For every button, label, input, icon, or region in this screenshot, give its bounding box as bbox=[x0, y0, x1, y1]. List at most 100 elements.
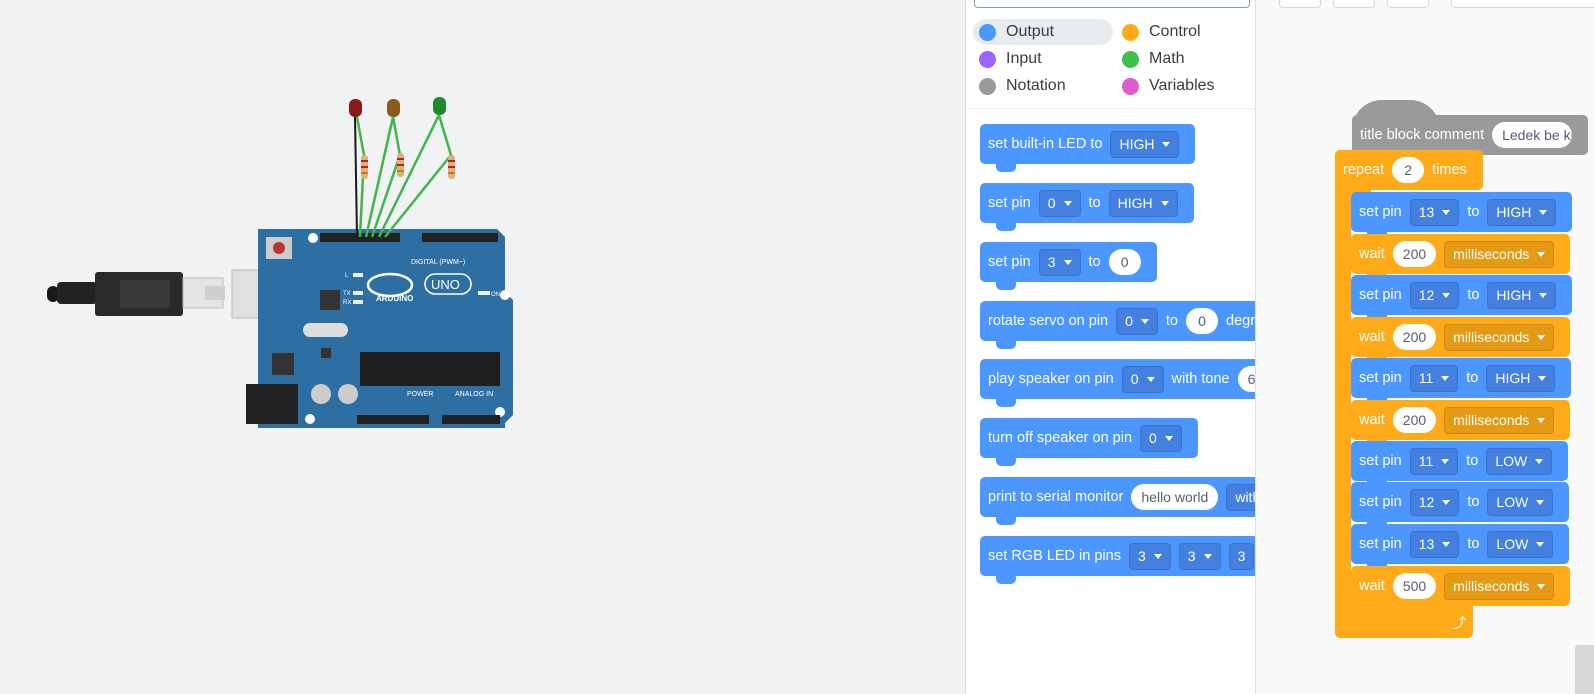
toolbar-button[interactable] bbox=[1279, 0, 1321, 8]
value-input[interactable]: 60 bbox=[1237, 366, 1255, 392]
dropdown-arrow-icon bbox=[1140, 318, 1149, 324]
step-wait[interactable]: wait 500 milliseconds bbox=[1351, 566, 1571, 614]
state-dropdown[interactable]: HIGH bbox=[1487, 198, 1557, 226]
dropdown-value: 0 bbox=[1130, 371, 1139, 387]
block-text: set pin bbox=[988, 195, 1031, 211]
arduino-brand-label: ARDUINO bbox=[376, 294, 413, 303]
pin-dropdown[interactable]: 13 bbox=[1409, 530, 1460, 558]
dropdown-value: 0 bbox=[1149, 430, 1157, 446]
step-set-pin[interactable]: set pin 13 to LOW bbox=[1351, 524, 1570, 572]
dropdown-arrow-icon bbox=[1203, 553, 1212, 559]
dropdown-value: LOW bbox=[1496, 494, 1529, 510]
dropdown-arrow-icon bbox=[1537, 417, 1546, 423]
unit-dropdown[interactable]: milliseconds bbox=[1444, 406, 1555, 434]
pin-dropdown[interactable]: 12 bbox=[1409, 281, 1460, 309]
block-text: wait bbox=[1359, 412, 1385, 428]
pin-dropdown[interactable]: 0 bbox=[1140, 424, 1182, 452]
palette-block-play-speaker[interactable]: play speaker on pin 0 with tone 60 bbox=[980, 359, 1255, 407]
pin-dropdown[interactable]: 0 bbox=[1121, 365, 1164, 393]
block-text: set pin bbox=[1359, 453, 1402, 469]
wires[interactable] bbox=[355, 114, 453, 238]
dropdown-arrow-icon bbox=[1538, 375, 1547, 381]
text-input[interactable]: hello world bbox=[1131, 484, 1219, 510]
block-text: to bbox=[1467, 287, 1480, 303]
block-text: degre bbox=[1226, 313, 1255, 329]
pin-dropdown[interactable]: 11 bbox=[1409, 364, 1459, 392]
dropdown-arrow-icon bbox=[1063, 259, 1072, 265]
comment-text-input[interactable]: Ledek be ki bbox=[1492, 122, 1572, 148]
step-set-pin[interactable]: set pin 12 to HIGH bbox=[1351, 275, 1573, 323]
unit-dropdown[interactable]: milliseconds bbox=[1444, 572, 1555, 600]
step-set-pin[interactable]: set pin 11 to LOW bbox=[1351, 441, 1569, 489]
dropdown-arrow-icon bbox=[1442, 499, 1451, 505]
palette-block-set-pin-digital[interactable]: set pin 0 to HIGH bbox=[980, 183, 1194, 231]
usb-cable[interactable] bbox=[47, 269, 295, 319]
title-block-comment[interactable]: title block comment Ledek be ki bbox=[1352, 115, 1588, 163]
state-dropdown[interactable]: LOW bbox=[1487, 530, 1554, 558]
block-text: set pin bbox=[1359, 287, 1402, 303]
pin-dropdown[interactable]: 3 bbox=[1128, 542, 1171, 570]
step-wait[interactable]: wait 200 milliseconds bbox=[1351, 317, 1571, 365]
palette-block-list: set built-in LED to HIGH set pin 0 to HI… bbox=[966, 0, 1255, 694]
dropdown-value: LOW bbox=[1496, 536, 1529, 552]
state-dropdown[interactable]: LOW bbox=[1487, 488, 1554, 516]
workspace-scrollbar[interactable] bbox=[1575, 645, 1594, 694]
resistor-2[interactable] bbox=[397, 153, 404, 177]
value-input[interactable]: 0 bbox=[1108, 249, 1141, 275]
newline-dropdown[interactable]: with bbox=[1226, 483, 1255, 511]
block-text: with tone bbox=[1171, 371, 1230, 387]
state-dropdown[interactable]: HIGH bbox=[1486, 364, 1556, 392]
state-dropdown[interactable]: HIGH bbox=[1110, 130, 1180, 158]
unit-dropdown[interactable]: milliseconds bbox=[1444, 240, 1555, 268]
step-wait[interactable]: wait 200 milliseconds bbox=[1351, 234, 1571, 282]
pin-dropdown[interactable]: 11 bbox=[1409, 447, 1459, 475]
palette-block-print-serial[interactable]: print to serial monitor hello world with bbox=[980, 477, 1255, 525]
unit-dropdown[interactable]: milliseconds bbox=[1444, 323, 1555, 351]
dropdown-arrow-icon bbox=[1153, 553, 1162, 559]
state-dropdown[interactable]: LOW bbox=[1486, 447, 1553, 475]
dropdown-arrow-icon bbox=[1535, 458, 1544, 464]
pin-dropdown[interactable]: 0 bbox=[1116, 307, 1158, 335]
pin-dropdown[interactable]: 3 bbox=[1038, 248, 1081, 276]
toolbar-dropdown[interactable] bbox=[1451, 0, 1594, 8]
value-input[interactable]: 0 bbox=[1186, 308, 1218, 334]
block-text: set pin bbox=[1359, 370, 1402, 386]
block-text: wait bbox=[1359, 329, 1385, 345]
circuit-canvas[interactable]: DIGITAL (PWM~) ARDUINO UNO ON POWER ANAL… bbox=[0, 0, 965, 694]
toolbar-button[interactable] bbox=[1333, 0, 1375, 8]
arduino-board[interactable]: DIGITAL (PWM~) ARDUINO UNO ON POWER ANAL… bbox=[246, 229, 513, 428]
wait-duration-input[interactable]: 200 bbox=[1392, 241, 1437, 267]
palette-block-set-builtin-led[interactable]: set built-in LED to HIGH bbox=[980, 124, 1196, 172]
dropdown-value: 0 bbox=[1047, 195, 1056, 211]
repeat-block-header[interactable]: repeat 2 times bbox=[1335, 150, 1483, 198]
step-set-pin[interactable]: set pin 11 to HIGH bbox=[1351, 358, 1572, 406]
pin-dropdown[interactable]: 3 bbox=[1178, 542, 1221, 570]
pin-dropdown[interactable]: 12 bbox=[1409, 488, 1460, 516]
pin-dropdown[interactable]: 13 bbox=[1409, 198, 1460, 226]
wait-duration-input[interactable]: 200 bbox=[1392, 324, 1437, 350]
pin-dropdown[interactable]: 3 bbox=[1228, 542, 1255, 570]
step-set-pin[interactable]: set pin 13 to HIGH bbox=[1351, 192, 1573, 240]
step-wait[interactable]: wait 200 milliseconds bbox=[1351, 400, 1571, 448]
step-set-pin[interactable]: set pin 12 to LOW bbox=[1351, 482, 1570, 530]
state-dropdown[interactable]: HIGH bbox=[1487, 281, 1557, 309]
led-amber[interactable] bbox=[387, 99, 400, 117]
toolbar-button[interactable] bbox=[1387, 0, 1429, 8]
block-text: to bbox=[1467, 204, 1480, 220]
pin-dropdown[interactable]: 0 bbox=[1038, 189, 1081, 217]
palette-block-set-pin-analog[interactable]: set pin 3 to 0 bbox=[980, 242, 1157, 290]
palette-block-set-rgb-led[interactable]: set RGB LED in pins 3 3 3 bbox=[980, 536, 1255, 584]
wait-duration-input[interactable]: 200 bbox=[1392, 407, 1437, 433]
resistor-3[interactable] bbox=[448, 155, 455, 179]
palette-block-rotate-servo[interactable]: rotate servo on pin 0 to 0 degre bbox=[980, 301, 1255, 349]
dropdown-arrow-icon bbox=[1536, 541, 1545, 547]
block-palette-panel: Output Control Input Math Notation Varia… bbox=[965, 0, 1255, 694]
led-green[interactable] bbox=[433, 97, 446, 115]
dropdown-arrow-icon bbox=[1146, 376, 1155, 382]
wait-duration-input[interactable]: 500 bbox=[1392, 573, 1437, 599]
resistor-1[interactable] bbox=[361, 155, 368, 179]
palette-block-turn-off-speaker[interactable]: turn off speaker on pin 0 bbox=[980, 418, 1198, 466]
dropdown-value: 3 bbox=[1047, 254, 1056, 270]
repeat-count-input[interactable]: 2 bbox=[1392, 157, 1425, 183]
state-dropdown[interactable]: HIGH bbox=[1108, 189, 1178, 217]
